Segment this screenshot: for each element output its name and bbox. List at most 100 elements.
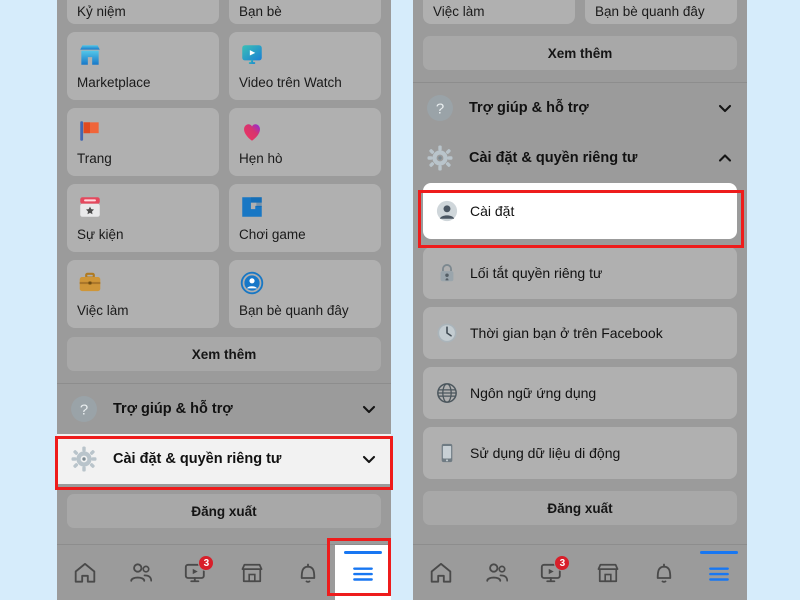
- nav-item-marketplace[interactable]: [224, 545, 280, 600]
- shortcut-tile[interactable]: Bạn bè quanh đây: [585, 0, 737, 24]
- sublist-item-privacy-shortcuts[interactable]: Lối tắt quyền riêng tư: [423, 247, 737, 299]
- bottom-navigation-left: 3: [57, 544, 391, 600]
- shortcut-tile-label: Việc làm: [77, 303, 129, 319]
- menu-hamburger-icon: [353, 566, 374, 581]
- pages-flag-icon: [80, 121, 99, 141]
- shortcut-tile-label: Marketplace: [77, 75, 151, 91]
- shortcut-tile-marketplace[interactable]: Marketplace: [67, 32, 219, 100]
- shortcut-tile-label: Bạn bè: [239, 4, 282, 20]
- active-tab-indicator: [344, 551, 383, 554]
- menu-scroll-area-left[interactable]: Kỷ niệm Bạn bè Marketplace Video trên Wa…: [57, 0, 391, 544]
- jobs-briefcase-icon: [79, 272, 101, 292]
- chevron-down-icon: [362, 455, 376, 464]
- watch-badge-count: 3: [554, 555, 571, 571]
- shortcut-tile-gaming[interactable]: Chơi game: [229, 184, 381, 252]
- nav-item-marketplace[interactable]: [580, 545, 636, 600]
- settings-gear-icon: [69, 444, 99, 474]
- shortcut-tile[interactable]: Việc làm: [423, 0, 575, 24]
- chevron-down-icon: [718, 104, 732, 113]
- see-more-button-right[interactable]: Xem thêm: [423, 36, 737, 70]
- see-more-button-left[interactable]: Xem thêm: [67, 337, 381, 371]
- home-icon: [74, 562, 96, 583]
- globe-language-icon: [435, 381, 459, 405]
- section-label: Cài đặt & quyền riêng tư: [469, 150, 638, 166]
- shortcut-tile-label: Bạn bè quanh đây: [239, 303, 349, 319]
- nav-item-friends[interactable]: [113, 545, 169, 600]
- nav-item-friends[interactable]: [469, 545, 525, 600]
- nav-item-home[interactable]: [413, 545, 469, 600]
- settings-privacy-sublist: Cài đặt Lối tắt quyền riêng tư Thời gian…: [413, 183, 747, 479]
- mobile-data-icon: [435, 441, 459, 465]
- svg-text:?: ?: [436, 101, 444, 118]
- home-icon: [430, 562, 452, 583]
- chevron-down-icon: [362, 405, 376, 414]
- shortcut-tile-label: Bạn bè quanh đây: [595, 4, 705, 20]
- shortcut-grid-clipped-left: Kỷ niệm Bạn bè: [57, 0, 391, 24]
- menu-hamburger-icon: [709, 566, 730, 581]
- sublist-item-label: Thời gian bạn ở trên Facebook: [470, 325, 663, 341]
- shortcut-tile[interactable]: Kỷ niệm: [67, 0, 219, 24]
- shortcut-tile[interactable]: Bạn bè: [229, 0, 381, 24]
- shortcut-grid-clipped-right: Việc làm Bạn bè quanh đây: [413, 0, 747, 24]
- shortcut-tile-label: Sự kiện: [77, 227, 124, 243]
- nearby-friends-icon: [240, 271, 264, 295]
- nav-item-watch[interactable]: 3: [524, 545, 580, 600]
- phone-screen-right: Việc làm Bạn bè quanh đây Xem thêm ? Trợ…: [413, 0, 747, 600]
- account-avatar-icon: [435, 199, 459, 223]
- section-label: Trợ giúp & hỗ trợ: [469, 100, 589, 116]
- friends-icon: [485, 562, 508, 582]
- screenshot-stage: Kỷ niệm Bạn bè Marketplace Video trên Wa…: [0, 0, 800, 600]
- dating-heart-icon: [244, 124, 260, 141]
- shortcut-tile-label: Hẹn hò: [239, 151, 283, 167]
- facebook-menu-screen-right: Việc làm Bạn bè quanh đây Xem thêm ? Trợ…: [413, 0, 747, 600]
- nav-item-notifications[interactable]: [636, 545, 692, 600]
- shortcut-tile-jobs[interactable]: Việc làm: [67, 260, 219, 328]
- chevron-up-icon: [718, 154, 732, 162]
- marketplace-icon: [597, 563, 619, 582]
- shortcut-grid-left: Marketplace Video trên Watch Trang Hẹn h…: [57, 32, 391, 328]
- notifications-bell-icon: [300, 563, 315, 583]
- shortcut-tile-label: Video trên Watch: [239, 75, 342, 91]
- nav-item-notifications[interactable]: [280, 545, 336, 600]
- gaming-icon: [242, 197, 262, 217]
- shortcut-tile-label: Kỷ niệm: [77, 4, 126, 20]
- shortcut-tile-label: Việc làm: [433, 4, 485, 20]
- menu-scroll-area-right[interactable]: Việc làm Bạn bè quanh đây Xem thêm ? Trợ…: [413, 0, 747, 544]
- privacy-lock-icon: [435, 261, 459, 285]
- section-row-help-support-right[interactable]: ? Trợ giúp & hỗ trợ: [413, 83, 747, 133]
- section-label: Trợ giúp & hỗ trợ: [113, 401, 233, 417]
- shortcut-tile-nearby-friends[interactable]: Bạn bè quanh đây: [229, 260, 381, 328]
- help-question-icon: ?: [69, 394, 99, 424]
- logout-button-left[interactable]: Đăng xuất: [67, 494, 381, 528]
- notifications-bell-icon: [656, 563, 671, 583]
- svg-text:?: ?: [80, 402, 88, 419]
- section-row-settings-privacy-right[interactable]: Cài đặt & quyền riêng tư: [413, 133, 747, 183]
- nav-item-watch[interactable]: 3: [168, 545, 224, 600]
- nav-item-menu[interactable]: [691, 545, 747, 600]
- shortcut-tile-events[interactable]: Sự kiện: [67, 184, 219, 252]
- sublist-item-label: Lối tắt quyền riêng tư: [470, 265, 603, 281]
- sublist-item-mobile-data[interactable]: Sử dụng dữ liệu di động: [423, 427, 737, 479]
- section-row-help-support-left[interactable]: ? Trợ giúp & hỗ trợ: [57, 384, 391, 434]
- clock-icon: [435, 321, 459, 345]
- shortcut-tile-label: Chơi game: [239, 227, 306, 243]
- events-calendar-icon: [80, 197, 100, 217]
- section-row-settings-privacy-left[interactable]: Cài đặt & quyền riêng tư: [57, 434, 391, 484]
- logout-button-right[interactable]: Đăng xuất: [423, 491, 737, 525]
- nav-item-menu[interactable]: [335, 545, 391, 600]
- active-tab-indicator: [700, 551, 739, 554]
- sublist-item-settings[interactable]: Cài đặt: [423, 183, 737, 239]
- shortcut-tile-pages[interactable]: Trang: [67, 108, 219, 176]
- sublist-item-time-on-facebook[interactable]: Thời gian bạn ở trên Facebook: [423, 307, 737, 359]
- watch-video-icon: [242, 45, 262, 64]
- watch-badge-count: 3: [198, 555, 215, 571]
- nav-item-home[interactable]: [57, 545, 113, 600]
- shortcut-tile-watch-video[interactable]: Video trên Watch: [229, 32, 381, 100]
- friends-icon: [129, 562, 152, 582]
- marketplace-icon: [80, 45, 100, 65]
- sublist-item-app-language[interactable]: Ngôn ngữ ứng dụng: [423, 367, 737, 419]
- shortcut-tile-dating[interactable]: Hẹn hò: [229, 108, 381, 176]
- sublist-item-label: Cài đặt: [470, 203, 515, 219]
- section-label: Cài đặt & quyền riêng tư: [113, 451, 282, 467]
- settings-gear-icon: [425, 143, 455, 173]
